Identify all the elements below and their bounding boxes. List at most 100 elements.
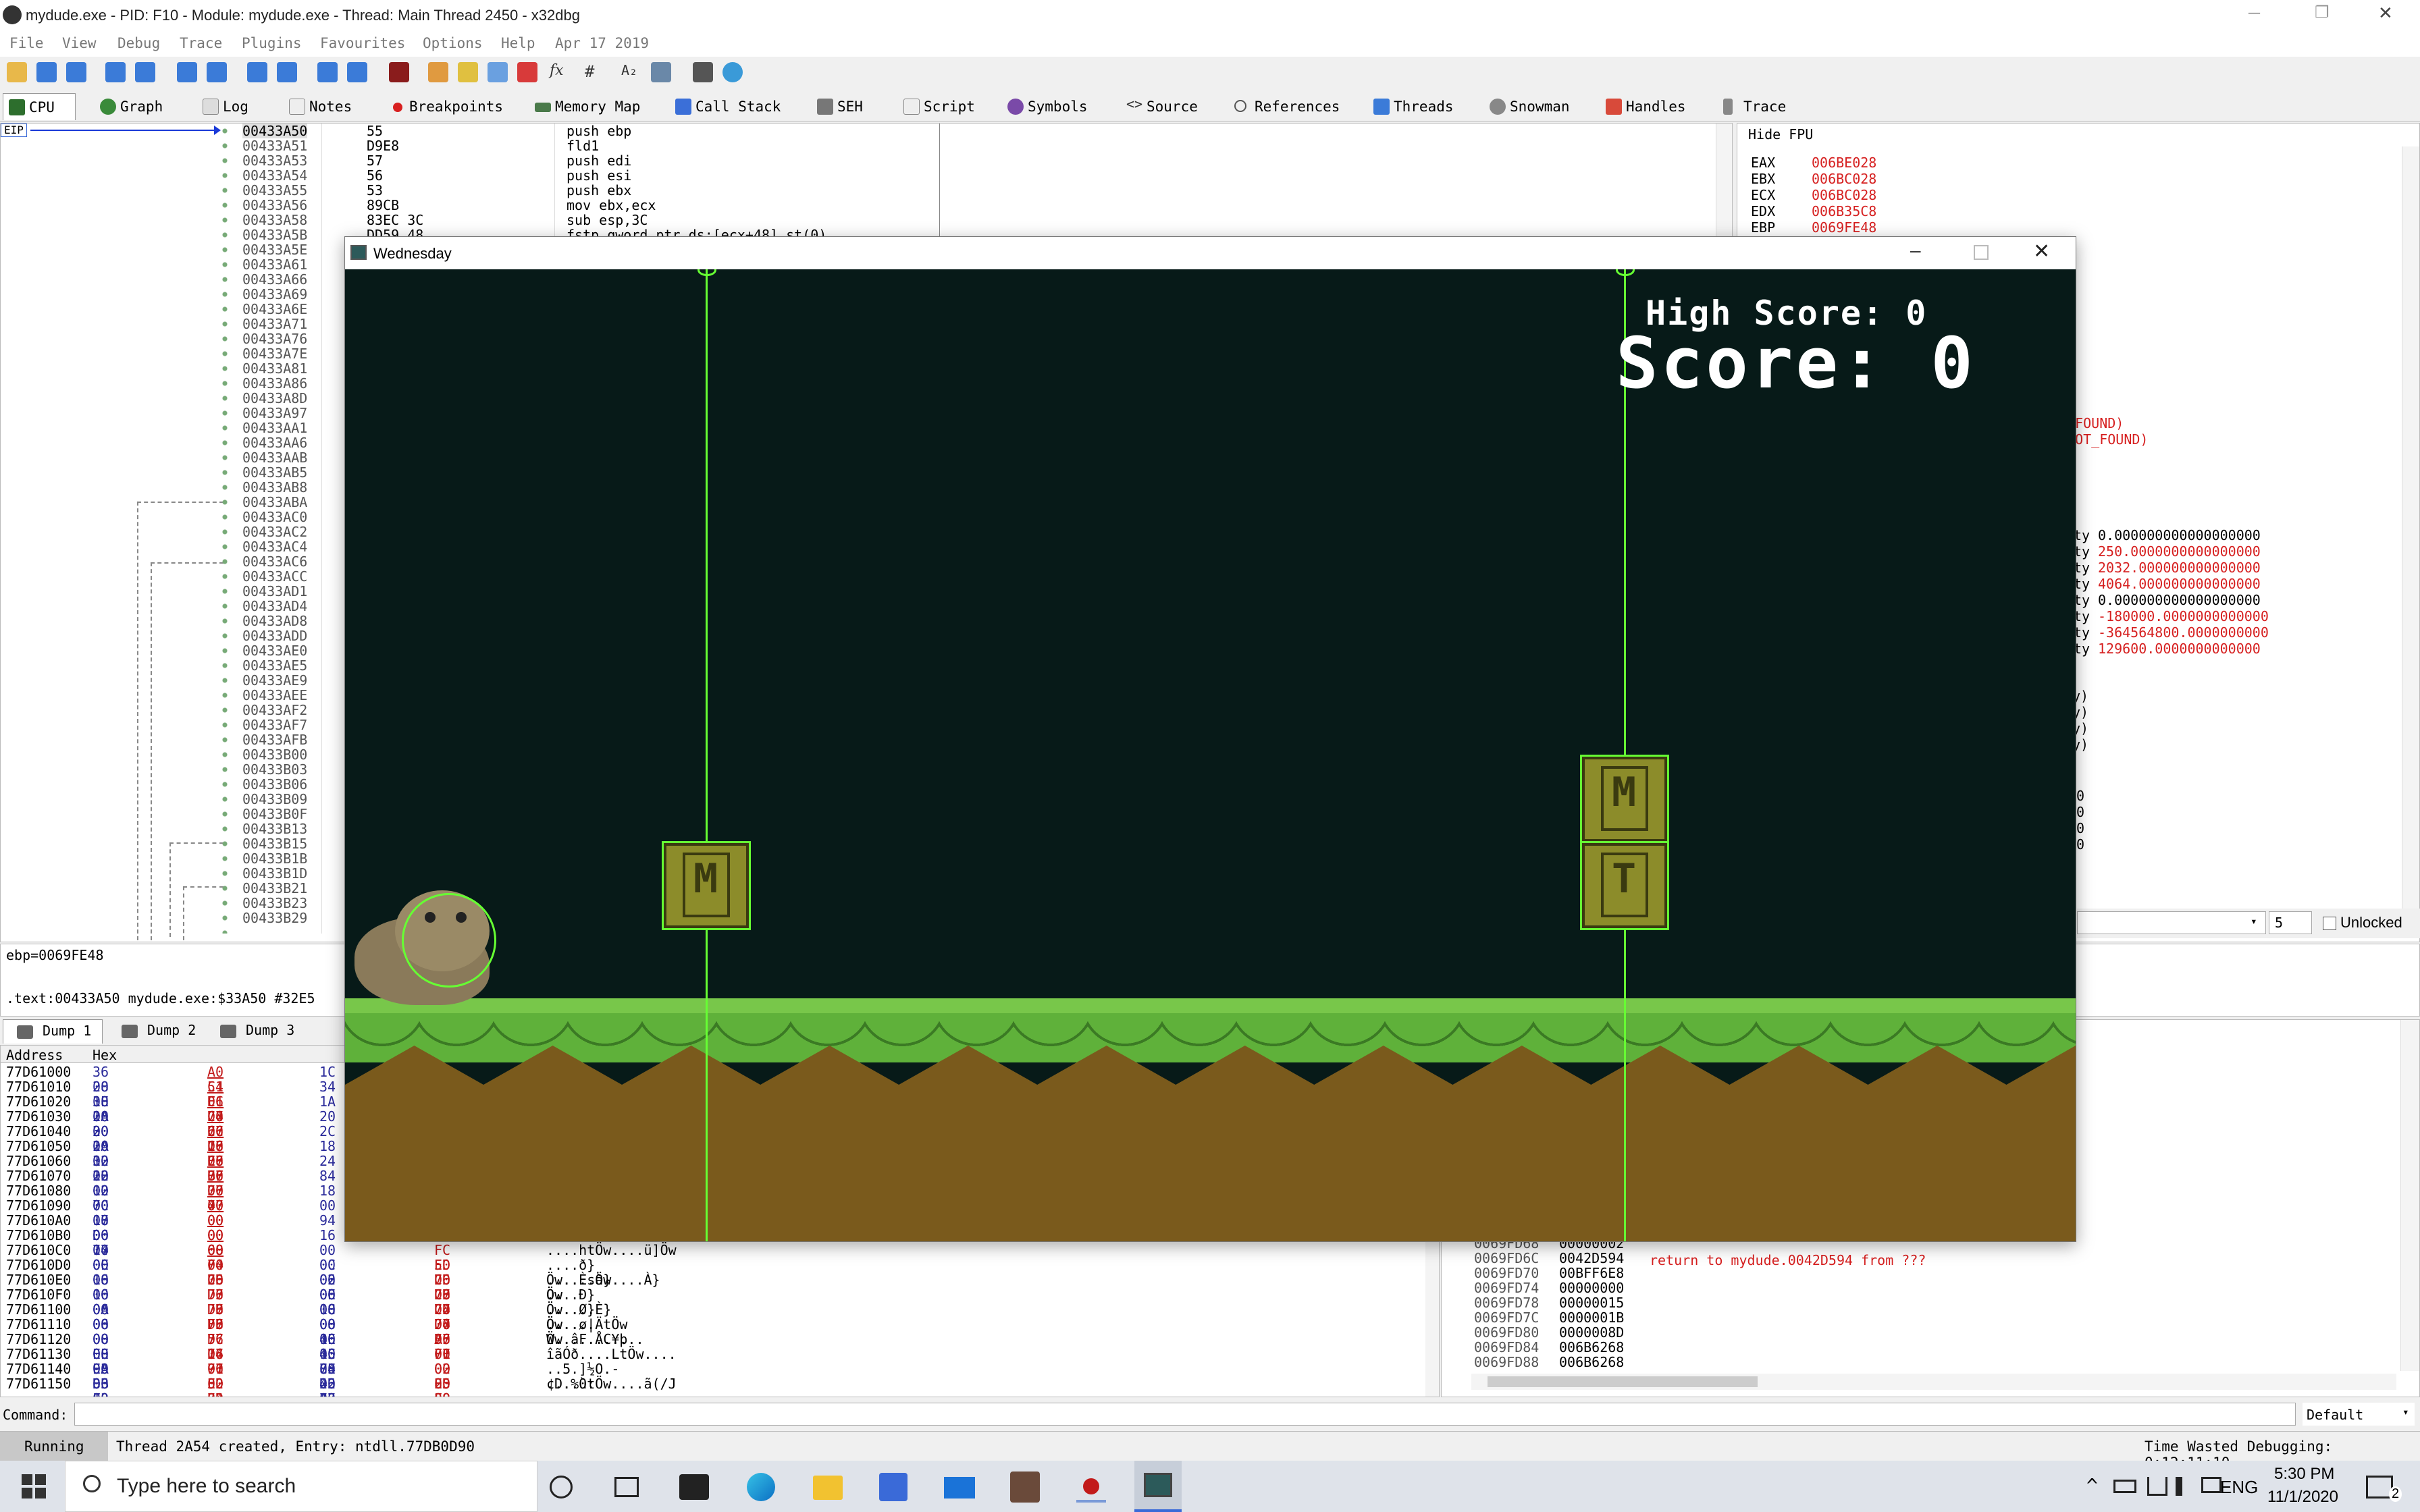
hash-icon[interactable]: # bbox=[581, 62, 601, 82]
dump-ascii[interactable]: W..âF.ÅC¥þ.. bbox=[546, 1332, 644, 1347]
store-icon[interactable] bbox=[879, 1473, 908, 1501]
dump-address[interactable]: 77D61070 bbox=[6, 1168, 71, 1183]
args-spinbox[interactable]: 5 bbox=[2269, 911, 2312, 934]
dump-hex[interactable]: 16 bbox=[319, 1228, 336, 1243]
disasm-address[interactable]: 00433B1D bbox=[242, 866, 307, 881]
disasm-address[interactable]: 00433B29 bbox=[242, 911, 307, 925]
dump-ascii[interactable]: ....0tÖw....ã(/J bbox=[546, 1376, 677, 1391]
bookmark-icon[interactable] bbox=[517, 62, 537, 82]
execute-till-return-icon[interactable] bbox=[317, 62, 338, 82]
tab-log[interactable]: Log bbox=[197, 93, 248, 120]
task-view-icon[interactable] bbox=[614, 1477, 639, 1497]
minimize-button[interactable]: ─ bbox=[2248, 4, 2260, 23]
disasm-address[interactable]: 00433A50 bbox=[242, 124, 308, 138]
disasm-address[interactable]: 00433AA6 bbox=[242, 435, 307, 450]
disasm-address[interactable]: 00433B0F bbox=[242, 807, 307, 821]
disasm-address[interactable]: 00433AD8 bbox=[242, 614, 307, 628]
mail-icon[interactable] bbox=[944, 1477, 975, 1498]
run-icon[interactable] bbox=[105, 62, 126, 82]
menu-options[interactable]: Options bbox=[423, 35, 483, 51]
command-input[interactable] bbox=[74, 1403, 2296, 1426]
dump-hex[interactable]: 00 bbox=[319, 1198, 336, 1213]
disasm-address[interactable]: 00433A6E bbox=[242, 302, 307, 317]
dump-hex[interactable]: 06 00 01 00 bbox=[93, 1376, 109, 1397]
terminal-icon[interactable] bbox=[679, 1474, 709, 1500]
disasm-address[interactable]: 00433AE9 bbox=[242, 673, 307, 688]
dump-hex[interactable]: 94 bbox=[319, 1213, 336, 1228]
open-icon[interactable] bbox=[7, 62, 27, 82]
disasm-address[interactable]: 00433AFB bbox=[242, 732, 307, 747]
tab-script[interactable]: Script bbox=[898, 93, 975, 120]
disasm-address[interactable]: 00433AD4 bbox=[242, 599, 307, 614]
disasm-address[interactable]: 00433AD1 bbox=[242, 584, 307, 599]
disasm-address[interactable]: 00433A81 bbox=[242, 361, 307, 376]
tab-call-stack[interactable]: Call Stack bbox=[670, 93, 781, 120]
tab-graph[interactable]: Graph bbox=[95, 93, 163, 120]
register-value[interactable]: 006BC028 bbox=[1812, 171, 1876, 187]
game-maximize-button[interactable] bbox=[1974, 245, 1989, 260]
stack-value[interactable]: 00BFF6E8 bbox=[1559, 1266, 1624, 1280]
dump-ascii[interactable]: ....htÖw....ü]Öw bbox=[546, 1243, 677, 1258]
globe-icon[interactable] bbox=[722, 62, 743, 82]
disasm-address[interactable]: 00433A86 bbox=[242, 376, 307, 391]
disasm-address[interactable]: 00433A8D bbox=[242, 391, 307, 406]
disasm-instruction[interactable]: fld1 bbox=[567, 138, 599, 153]
disasm-address[interactable]: 00433ABA bbox=[242, 495, 307, 510]
disasm-address[interactable]: 00433AB8 bbox=[242, 480, 307, 495]
disasm-address[interactable]: 00433AF7 bbox=[242, 718, 307, 732]
dump-hex[interactable]: 2C bbox=[319, 1124, 336, 1139]
disasm-address[interactable]: 00433AEE bbox=[242, 688, 307, 703]
disasm-address[interactable]: 00433A56 bbox=[242, 198, 307, 213]
game-taskbar-icon[interactable] bbox=[1134, 1461, 1182, 1512]
disasm-address[interactable]: 00433A58 bbox=[242, 213, 307, 227]
disasm-address[interactable]: 00433B09 bbox=[242, 792, 307, 807]
disasm-address[interactable]: 00433B13 bbox=[242, 821, 307, 836]
dump-hex[interactable]: 1C bbox=[319, 1064, 336, 1079]
dump-address[interactable]: 77D61040 bbox=[6, 1124, 71, 1139]
stack-hscroll[interactable] bbox=[1471, 1374, 2396, 1390]
clock-date[interactable]: 11/1/2020 bbox=[2267, 1488, 2338, 1507]
dump-address[interactable]: 77D61140 bbox=[6, 1361, 71, 1376]
menu-plugins[interactable]: Plugins bbox=[242, 35, 302, 51]
speaker-icon[interactable] bbox=[2176, 1477, 2194, 1496]
stop-icon[interactable] bbox=[66, 62, 86, 82]
dump-hex[interactable]: 34 bbox=[319, 1079, 336, 1094]
x32dbg-taskbar-icon[interactable] bbox=[1076, 1473, 1106, 1503]
disasm-address[interactable]: 00433A51 bbox=[242, 138, 307, 153]
dump-hex[interactable]: E3 28 2F 4A bbox=[434, 1376, 450, 1397]
menu-debug[interactable]: Debug bbox=[117, 35, 160, 51]
disasm-address[interactable]: 00433A66 bbox=[242, 272, 307, 287]
disasm-address[interactable]: 00433A97 bbox=[242, 406, 307, 421]
disasm-address[interactable]: 00433AE5 bbox=[242, 658, 307, 673]
stack-address[interactable]: 0069FD6C bbox=[1474, 1251, 1539, 1266]
disasm-instruction[interactable]: push esi bbox=[567, 168, 631, 183]
dump-address[interactable]: 77D610A0 bbox=[6, 1213, 71, 1228]
game-close-button[interactable]: ✕ bbox=[2033, 240, 2050, 263]
patch-icon[interactable] bbox=[428, 62, 448, 82]
tab-source[interactable]: <> Source bbox=[1121, 93, 1198, 120]
disasm-instruction[interactable]: mov ebx,ecx bbox=[567, 198, 656, 213]
stack-value[interactable]: 0000008D bbox=[1559, 1325, 1624, 1340]
disasm-address[interactable]: 00433B00 bbox=[242, 747, 307, 762]
dump-address[interactable]: 77D610C0 bbox=[6, 1243, 71, 1258]
dump-hex[interactable]: 18 bbox=[319, 1139, 336, 1154]
dump-address[interactable]: 77D61000 bbox=[6, 1064, 71, 1079]
edge-icon[interactable] bbox=[747, 1473, 775, 1501]
disasm-address[interactable]: 00433AF2 bbox=[242, 703, 307, 718]
game-minimize-button[interactable]: – bbox=[1910, 240, 1921, 261]
dump-hex[interactable]: 02 00 00 00 bbox=[319, 1376, 336, 1397]
clock-time[interactable]: 5:30 PM bbox=[2274, 1465, 2334, 1484]
disasm-address[interactable]: 00433ADD bbox=[242, 628, 307, 643]
tab-breakpoints[interactable]: Breakpoints bbox=[384, 93, 503, 120]
disasm-address[interactable]: 00433AC4 bbox=[242, 539, 307, 554]
hide-fpu-button[interactable]: Hide FPU bbox=[1748, 126, 1813, 142]
game-canvas[interactable]: M M T High Score: 0 Score: 0 bbox=[345, 269, 2076, 1241]
register-value[interactable]: 0069FE48 bbox=[1812, 219, 1876, 236]
dump-hex[interactable]: 84 bbox=[319, 1168, 336, 1183]
tab-cpu[interactable]: CPU bbox=[3, 93, 76, 120]
disasm-address[interactable]: 00433A5E bbox=[242, 242, 307, 257]
tab-seh[interactable]: SEH bbox=[812, 93, 863, 120]
registers-scrollbar[interactable] bbox=[2402, 146, 2419, 923]
register-value[interactable]: 006B35C8 bbox=[1812, 203, 1876, 219]
disasm-address[interactable]: 00433B21 bbox=[242, 881, 307, 896]
